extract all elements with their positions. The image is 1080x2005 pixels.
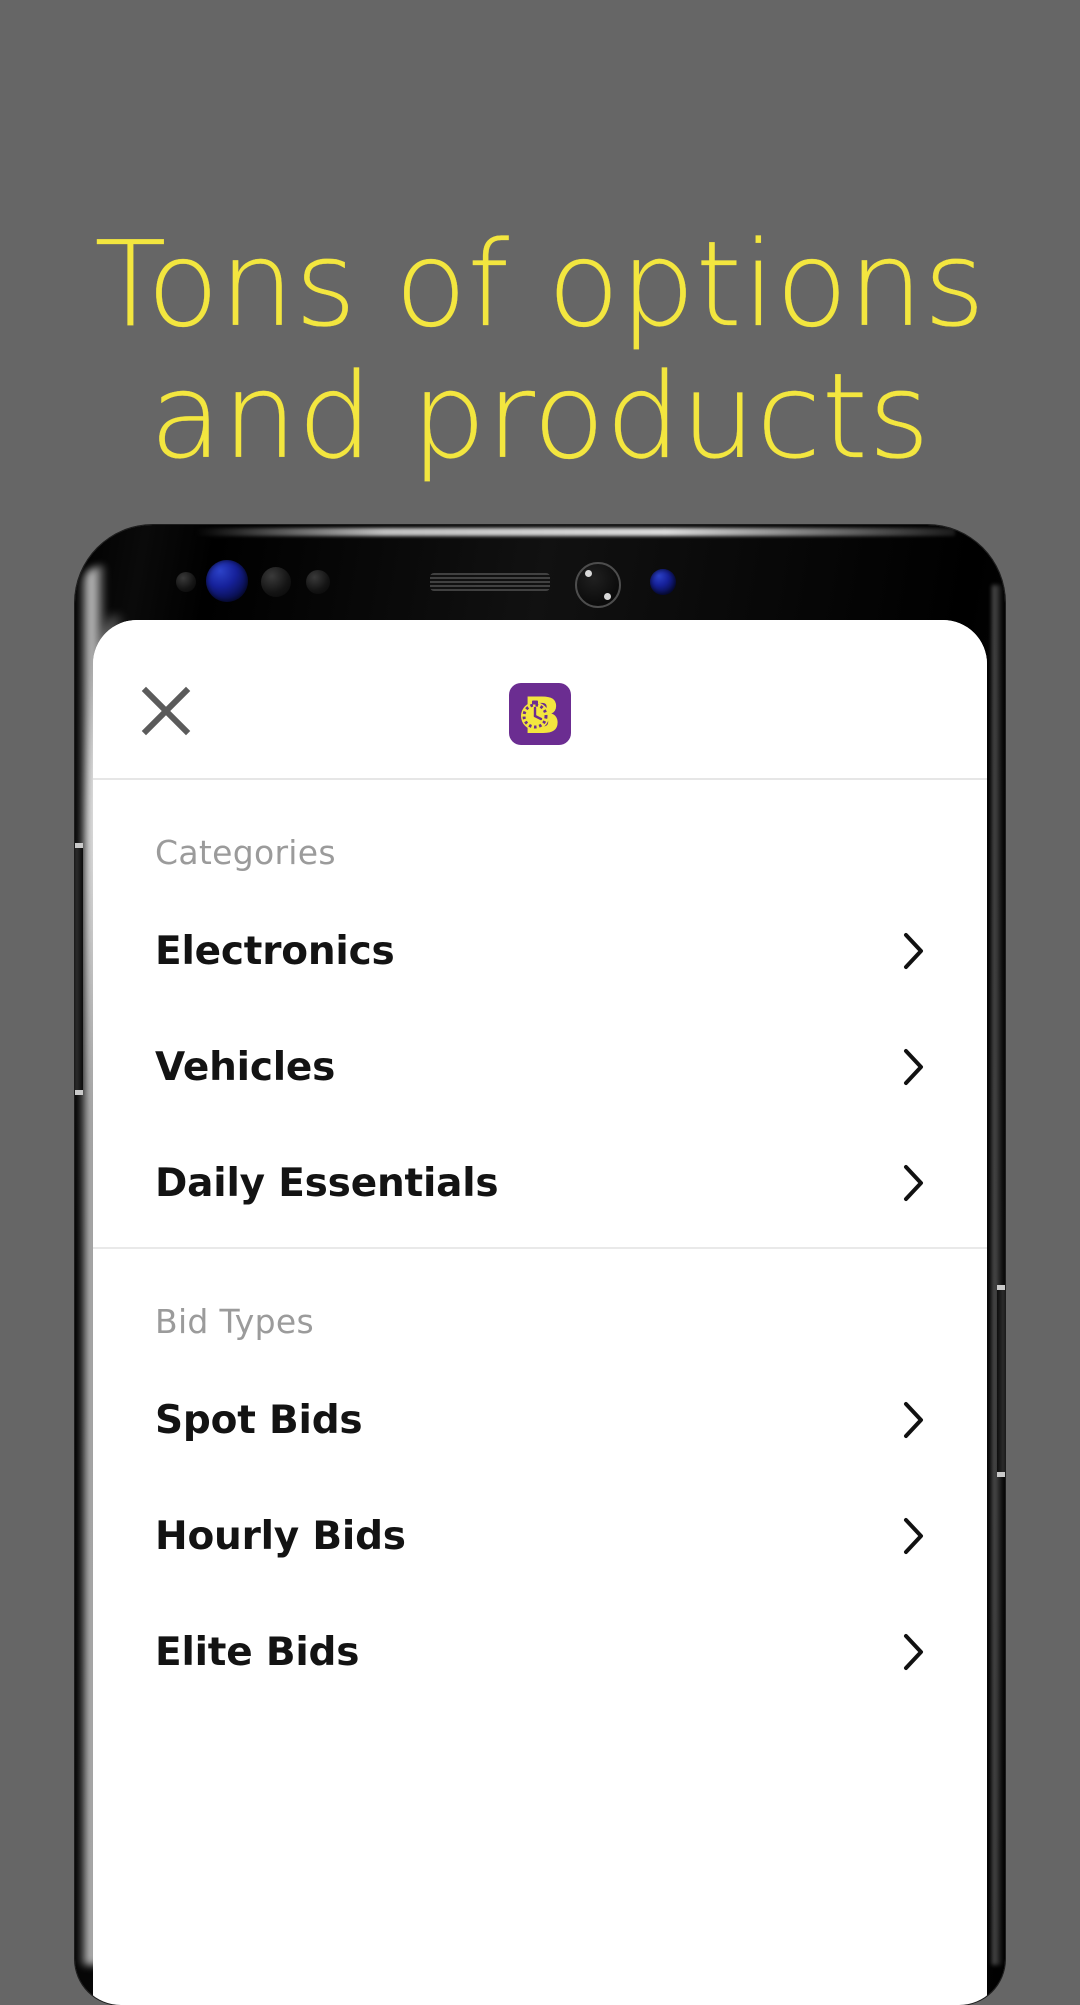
promo-headline: Tons of options and products [0, 215, 1080, 486]
list-item-elite-bids[interactable]: Elite Bids [93, 1605, 987, 1699]
list-item-electronics[interactable]: Electronics [93, 904, 987, 998]
chevron-right-icon[interactable] [903, 1633, 925, 1671]
earpiece-speaker-icon [430, 573, 550, 591]
chevron-right-icon[interactable] [903, 1164, 925, 1202]
list-item-label: Spot Bids [155, 1397, 363, 1443]
chevron-right-icon[interactable] [903, 932, 925, 970]
list-item-vehicles[interactable]: Vehicles [93, 1020, 987, 1114]
chevron-right-icon[interactable] [903, 1048, 925, 1086]
front-camera-icon [575, 562, 621, 608]
chevron-right-icon[interactable] [903, 1517, 925, 1555]
proximity-sensor-icon [176, 572, 196, 592]
section-bid-types: Bid Types Spot Bids Hourly Bids Elite Bi… [93, 1249, 987, 1716]
phone-mockup: B Categories Electronics [75, 525, 1005, 2005]
section-title-categories: Categories [155, 833, 336, 872]
list-item-label: Vehicles [155, 1044, 336, 1090]
close-icon[interactable] [138, 683, 194, 739]
iris-scanner-icon [206, 560, 248, 602]
app-header: B [93, 620, 987, 780]
power-button[interactable] [997, 1285, 1005, 1477]
camera-lens-icon [650, 569, 676, 595]
volume-rocker[interactable] [75, 843, 83, 1095]
list-item-daily-essentials[interactable]: Daily Essentials [93, 1136, 987, 1230]
list-item-label: Daily Essentials [155, 1160, 499, 1206]
light-sensor-icon [261, 567, 291, 597]
app-logo-icon: B [509, 683, 571, 745]
promo-headline-line-2: and products [149, 347, 931, 486]
ir-sensor-icon [306, 570, 330, 594]
phone-right-highlight [992, 585, 1002, 1965]
phone-screen: B Categories Electronics [93, 620, 987, 2005]
section-categories: Categories Electronics Vehicles Daily Es… [93, 780, 987, 1249]
chevron-right-icon[interactable] [903, 1401, 925, 1439]
list-item-hourly-bids[interactable]: Hourly Bids [93, 1489, 987, 1583]
section-title-bid-types: Bid Types [155, 1302, 314, 1341]
list-item-label: Hourly Bids [155, 1513, 406, 1559]
list-item-spot-bids[interactable]: Spot Bids [93, 1373, 987, 1467]
list-item-label: Electronics [155, 928, 395, 974]
list-item-label: Elite Bids [155, 1629, 360, 1675]
phone-top-highlight [195, 528, 955, 536]
promo-headline-line-1: Tons of options [94, 215, 986, 353]
